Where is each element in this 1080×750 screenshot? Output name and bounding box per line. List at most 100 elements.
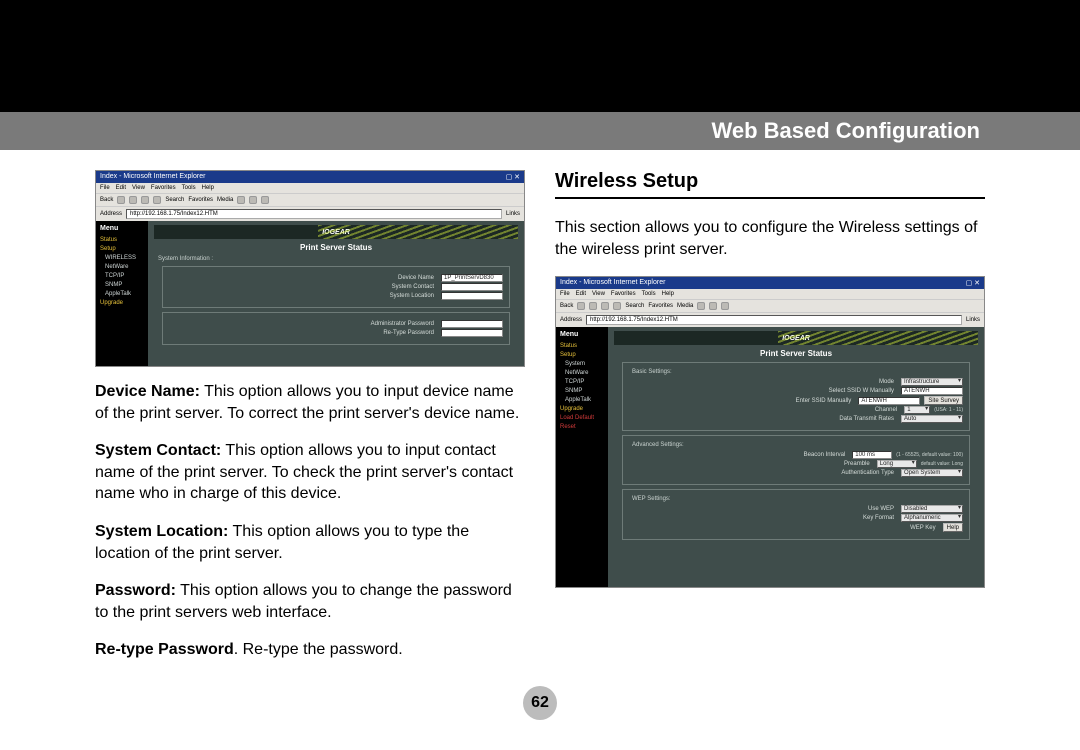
toolbar-refresh-icon-r[interactable]	[601, 302, 609, 310]
toolbar-forward-icon[interactable]	[117, 196, 125, 204]
iogear-logo-r: IOGEAR	[614, 331, 978, 345]
toolbar-stop-icon-r[interactable]	[589, 302, 597, 310]
bold-password: Password:	[95, 582, 176, 599]
menu-help[interactable]: Help	[202, 185, 214, 191]
sidebar-status[interactable]: Status	[100, 237, 144, 243]
menu-file[interactable]: File	[100, 185, 110, 191]
sidebar-load-default[interactable]: Load Default	[560, 415, 604, 421]
toolbar-favorites[interactable]: Favorites	[188, 197, 213, 203]
basic-settings-label: Basic Settings:	[629, 369, 675, 375]
sidebar-tcpip[interactable]: TCP/IP	[100, 273, 144, 279]
sidebar-wireless[interactable]: WIRELESS	[100, 255, 144, 261]
toolbar-media[interactable]: Media	[217, 197, 233, 203]
toolbar-print-icon[interactable]	[261, 196, 269, 204]
toolbar-search[interactable]: Search	[165, 197, 184, 203]
select-channel[interactable]: 1	[904, 406, 930, 414]
print-server-status-title: Print Server Status	[154, 243, 518, 252]
sidebar-netware[interactable]: NetWare	[100, 264, 144, 270]
sidebar-setup[interactable]: Setup	[100, 246, 144, 252]
menu-edit[interactable]: Edit	[116, 185, 126, 191]
label-beacon-interval: Beacon Interval	[629, 452, 848, 458]
input-beacon-interval[interactable]: 100 ms	[852, 451, 892, 459]
links-label-r[interactable]: Links	[966, 317, 980, 323]
sidebar-appletalk-r[interactable]: AppleTalk	[560, 397, 604, 403]
browser-addressbar: Address http://192.168.1.75/Index12.HTM …	[96, 206, 524, 221]
select-auth-type[interactable]: Open System	[901, 469, 963, 477]
wep-key-help-button[interactable]: Help	[943, 523, 963, 532]
menu-tools-r[interactable]: Tools	[642, 291, 656, 297]
sidebar-heading: Menu	[100, 225, 144, 232]
row-device-name: Device Name 1P_PrintServD830	[169, 274, 503, 282]
row-auth-type: Authentication Type Open System	[629, 469, 963, 477]
browser-toolbar: Back Search Favorites Media	[96, 193, 524, 206]
toolbar-mail-icon-r[interactable]	[709, 302, 717, 310]
sidebar-snmp-r[interactable]: SNMP	[560, 388, 604, 394]
input-system-location[interactable]	[441, 292, 503, 300]
input-system-contact[interactable]	[441, 283, 503, 291]
menu-favorites-r[interactable]: Favorites	[611, 291, 636, 297]
toolbar-stop-icon[interactable]	[129, 196, 137, 204]
row-system-contact: System Contact	[169, 283, 503, 291]
label-key-format: Key Format	[629, 515, 897, 521]
toolbar-mail-icon[interactable]	[249, 196, 257, 204]
sidebar-system-r[interactable]: System	[560, 361, 604, 367]
toolbar-back[interactable]: Back	[100, 197, 113, 203]
links-label[interactable]: Links	[506, 211, 520, 217]
page-header: Web Based Configuration	[0, 112, 1080, 150]
input-device-name[interactable]: 1P_PrintServD830	[441, 274, 503, 282]
label-device-name: Device Name	[169, 275, 437, 281]
toolbar-back-r[interactable]: Back	[560, 303, 573, 309]
browser-title-r: Index - Microsoft Internet Explorer	[560, 279, 665, 287]
address-field-r[interactable]: http://192.168.1.75/Index12.HTM	[586, 315, 962, 325]
menu-view-r[interactable]: View	[592, 291, 605, 297]
menu-favorites[interactable]: Favorites	[151, 185, 176, 191]
select-preamble[interactable]: Long	[877, 460, 917, 468]
toolbar-history-icon-r[interactable]	[697, 302, 705, 310]
browser-titlebar: Index - Microsoft Internet Explorer ▢ ✕	[96, 171, 524, 183]
bold-system-contact: System Contact:	[95, 442, 221, 459]
input-select-ssid[interactable]: ATENWH	[901, 387, 963, 395]
toolbar-history-icon[interactable]	[237, 196, 245, 204]
site-survey-button[interactable]: Site Survey	[924, 396, 963, 405]
sidebar-upgrade-r[interactable]: Upgrade	[560, 406, 604, 412]
sidebar-appletalk[interactable]: AppleTalk	[100, 291, 144, 297]
toolbar-print-icon-r[interactable]	[721, 302, 729, 310]
toolbar-home-icon-r[interactable]	[613, 302, 621, 310]
sidebar-reset[interactable]: Reset	[560, 424, 604, 430]
window-controls-r: ▢ ✕	[966, 279, 980, 287]
main-panel-r: IOGEAR Print Server Status Basic Setting…	[608, 327, 984, 587]
menu-file-r[interactable]: File	[560, 291, 570, 297]
system-information-fieldset: Device Name 1P_PrintServD830 System Cont…	[162, 266, 510, 308]
menu-view[interactable]: View	[132, 185, 145, 191]
select-key-format[interactable]: Alphanumeric	[901, 514, 963, 522]
toolbar-favorites-r[interactable]: Favorites	[648, 303, 673, 309]
page-content: Index - Microsoft Internet Explorer ▢ ✕ …	[95, 170, 985, 720]
iogear-logo-text-r: IOGEAR	[782, 335, 810, 342]
sidebar-status-r[interactable]: Status	[560, 343, 604, 349]
label-select-ssid: Select SSID W Manually	[629, 388, 897, 394]
input-admin-password[interactable]	[441, 320, 503, 328]
toolbar-forward-icon-r[interactable]	[577, 302, 585, 310]
sidebar-setup-r[interactable]: Setup	[560, 352, 604, 358]
input-retype-password[interactable]	[441, 329, 503, 337]
toolbar-media-r[interactable]: Media	[677, 303, 693, 309]
sidebar-snmp[interactable]: SNMP	[100, 282, 144, 288]
toolbar-refresh-icon[interactable]	[141, 196, 149, 204]
menu-edit-r[interactable]: Edit	[576, 291, 586, 297]
row-use-wep: Use WEP Disabled	[629, 505, 963, 513]
menu-help-r[interactable]: Help	[662, 291, 674, 297]
toolbar-home-icon[interactable]	[153, 196, 161, 204]
menu-tools[interactable]: Tools	[182, 185, 196, 191]
select-data-transmit-rates[interactable]: Auto	[901, 415, 963, 423]
sidebar-netware-r[interactable]: NetWare	[560, 370, 604, 376]
browser-addressbar-r: Address http://192.168.1.75/Index12.HTM …	[556, 312, 984, 327]
address-field[interactable]: http://192.168.1.75/Index12.HTM	[126, 209, 502, 219]
sidebar-upgrade[interactable]: Upgrade	[100, 300, 144, 306]
select-use-wep[interactable]: Disabled	[901, 505, 963, 513]
select-mode[interactable]: Infrastructure	[901, 378, 963, 386]
toolbar-search-r[interactable]: Search	[625, 303, 644, 309]
input-enter-ssid[interactable]: ATENWH	[858, 397, 920, 405]
sidebar-tcpip-r[interactable]: TCP/IP	[560, 379, 604, 385]
sidebar-heading-r: Menu	[560, 331, 604, 338]
label-channel: Channel	[629, 407, 900, 413]
